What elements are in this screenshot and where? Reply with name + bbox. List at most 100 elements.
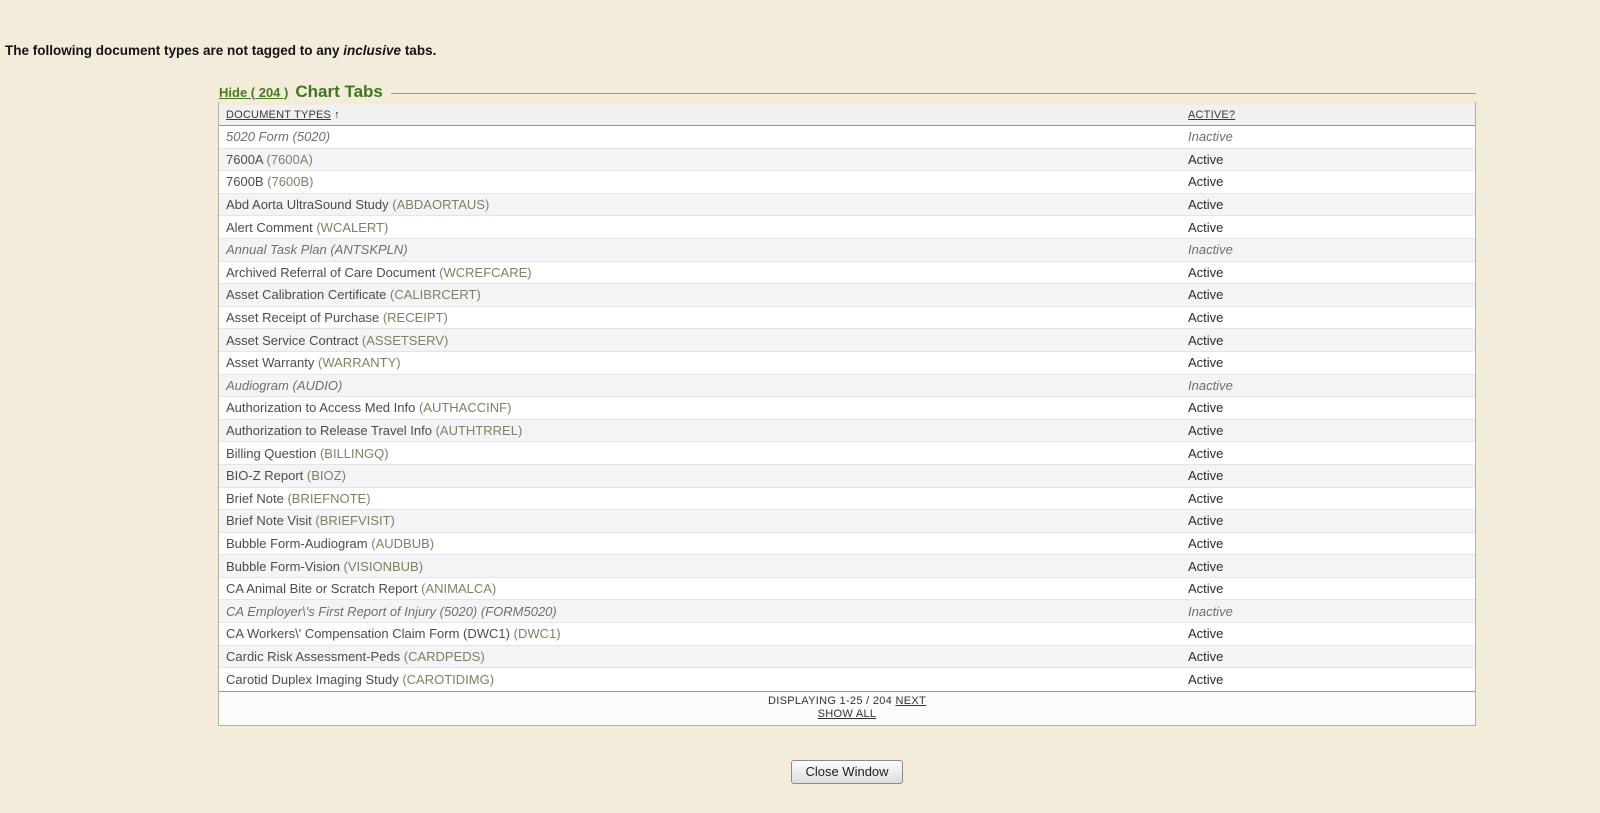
doc-code: (5020) xyxy=(293,129,331,144)
status-value: Inactive xyxy=(1188,129,1233,144)
table-row: Billing Question (BILLINGQ)Active xyxy=(219,442,1475,465)
status-value: Active xyxy=(1188,491,1223,506)
doc-code: (7600B) xyxy=(267,174,313,189)
doc-name: Alert Comment xyxy=(226,220,313,235)
table-row: 7600A (7600A) Active xyxy=(219,149,1475,172)
table-row: Annual Task Plan (ANTSKPLN) Inactive xyxy=(219,239,1475,262)
doc-name: Asset Warranty xyxy=(226,355,314,370)
document-types-sort-link[interactable]: DOCUMENT TYPES xyxy=(226,109,331,121)
panel-body: DOCUMENT TYPES↑ ACTIVE? 5020 Form (5020)… xyxy=(218,102,1476,726)
close-window-button[interactable]: Close Window xyxy=(791,760,902,784)
doc-name: Brief Note xyxy=(226,491,284,506)
status-value: Active xyxy=(1188,468,1223,483)
table-row: CA Employer\'s First Report of Injury (5… xyxy=(219,600,1475,623)
intro-suffix: tabs. xyxy=(401,43,436,58)
status-value: Active xyxy=(1188,649,1223,664)
status-value: Active xyxy=(1188,581,1223,596)
doc-name: Brief Note Visit xyxy=(226,513,312,528)
table-row: BIO-Z Report (BIOZ)Active xyxy=(219,465,1475,488)
table-row: Asset Receipt of Purchase (RECEIPT)Activ… xyxy=(219,307,1475,330)
doc-name: Bubble Form-Audiogram xyxy=(226,536,368,551)
table-body: 5020 Form (5020) Inactive 7600A (7600A) Ac… xyxy=(219,126,1475,691)
doc-name: CA Animal Bite or Scratch Report xyxy=(226,581,417,596)
table-row: Bubble Form-Vision (VISIONBUB)Active xyxy=(219,555,1475,578)
doc-code: (CALIBRCERT) xyxy=(390,287,481,302)
doc-name: 7600A xyxy=(226,152,263,167)
status-value: Active xyxy=(1188,559,1223,574)
table-row: Cardic Risk Assessment-Peds (CARDPEDS) Ac… xyxy=(219,646,1475,669)
active-sort-link[interactable]: ACTIVE? xyxy=(1188,109,1235,121)
doc-code: (CARDPEDS) xyxy=(404,649,485,664)
doc-name: Cardic Risk Assessment-Peds xyxy=(226,649,400,664)
doc-name: Audiogram xyxy=(226,378,289,393)
status-value: Inactive xyxy=(1188,378,1233,393)
table-row: 7600B (7600B)Active xyxy=(219,171,1475,194)
table-row: Authorization to Access Med Info (AUTHAC… xyxy=(219,397,1475,420)
table-header-row: DOCUMENT TYPES↑ ACTIVE? xyxy=(219,105,1475,126)
pagination-line: DISPLAYING 1-25 / 204 NEXT xyxy=(219,695,1475,708)
doc-name: 5020 Form xyxy=(226,129,289,144)
show-all-line: SHOW ALL xyxy=(219,708,1475,721)
intro-prefix: The following document types are not tag… xyxy=(5,43,343,58)
status-value: Inactive xyxy=(1188,604,1233,619)
doc-name: Carotid Duplex Imaging Study xyxy=(226,672,399,687)
status-value: Inactive xyxy=(1188,242,1233,257)
doc-name: Asset Calibration Certificate xyxy=(226,287,386,302)
status-value: Active xyxy=(1188,265,1223,280)
status-value: Active xyxy=(1188,672,1223,687)
doc-name: Abd Aorta UltraSound Study xyxy=(226,197,389,212)
doc-name: Asset Service Contract xyxy=(226,333,358,348)
status-value: Active xyxy=(1188,626,1223,641)
show-all-link[interactable]: SHOW ALL xyxy=(818,708,877,720)
panel-legend: Hide ( 204 ) Chart Tabs xyxy=(218,82,1476,102)
status-value: Active xyxy=(1188,220,1223,235)
document-types-table: DOCUMENT TYPES↑ ACTIVE? 5020 Form (5020)… xyxy=(219,105,1475,725)
doc-code: (CAROTIDIMG) xyxy=(402,672,494,687)
status-value: Active xyxy=(1188,355,1223,370)
doc-code: (BIOZ) xyxy=(307,468,346,483)
status-value: Active xyxy=(1188,333,1223,348)
doc-code: (AUDIO) xyxy=(293,378,343,393)
doc-name: Authorization to Access Med Info xyxy=(226,400,415,415)
table-row: Asset Warranty (WARRANTY) Active xyxy=(219,352,1475,375)
intro-message: The following document types are not tag… xyxy=(5,43,436,58)
table-row: Bubble Form-Audiogram (AUDBUB)Active xyxy=(219,533,1475,556)
doc-code: (7600A) xyxy=(267,152,313,167)
table-row: Asset Calibration Certificate (CALIBRCER… xyxy=(219,284,1475,307)
doc-name: Billing Question xyxy=(226,446,316,461)
doc-code: (WCALERT) xyxy=(316,220,388,235)
status-value: Active xyxy=(1188,400,1223,415)
doc-name: Bubble Form-Vision xyxy=(226,559,340,574)
doc-name: CA Employer\'s First Report of Injury (5… xyxy=(226,604,477,619)
doc-code: (FORM5020) xyxy=(481,604,557,619)
doc-code: (RECEIPT) xyxy=(383,310,448,325)
doc-name: Annual Task Plan xyxy=(226,242,327,257)
legend-rule xyxy=(391,93,1476,94)
doc-code: (AUTHTRREL) xyxy=(436,423,523,438)
status-value: Active xyxy=(1188,513,1223,528)
doc-code: (DWC1) xyxy=(514,626,561,641)
status-value: Active xyxy=(1188,152,1223,167)
table-row: Authorization to Release Travel Info (AU… xyxy=(219,420,1475,443)
document-types-header-cell: DOCUMENT TYPES↑ xyxy=(219,109,1188,121)
doc-code: (ANTSKPLN) xyxy=(330,242,407,257)
status-value: Active xyxy=(1188,287,1223,302)
table-row: Brief Note (BRIEFNOTE) Active xyxy=(219,488,1475,511)
doc-name: 7600B xyxy=(226,174,264,189)
table-row: Asset Service Contract (ASSETSERV)Active xyxy=(219,329,1475,352)
doc-name: Authorization to Release Travel Info xyxy=(226,423,432,438)
doc-code: (ANIMALCA) xyxy=(421,581,496,596)
sort-ascending-icon[interactable]: ↑ xyxy=(334,109,340,121)
doc-code: (BRIEFNOTE) xyxy=(287,491,370,506)
table-row: CA Workers\' Compensation Claim Form (DW… xyxy=(219,623,1475,646)
doc-code: (WARRANTY) xyxy=(318,355,401,370)
table-row: CA Animal Bite or Scratch Report (ANIMAL… xyxy=(219,578,1475,601)
chart-tabs-panel: Hide ( 204 ) Chart Tabs DOCUMENT TYPES↑ … xyxy=(218,82,1476,726)
doc-code: (BILLINGQ) xyxy=(320,446,389,461)
hide-link[interactable]: Hide ( 204 ) xyxy=(219,85,288,100)
doc-code: (BRIEFVISIT) xyxy=(315,513,394,528)
doc-code: (AUTHACCINF) xyxy=(419,400,511,415)
table-row: Abd Aorta UltraSound Study (ABDAORTAUS)A… xyxy=(219,194,1475,217)
next-link[interactable]: NEXT xyxy=(895,695,926,707)
doc-code: (ABDAORTAUS) xyxy=(392,197,489,212)
